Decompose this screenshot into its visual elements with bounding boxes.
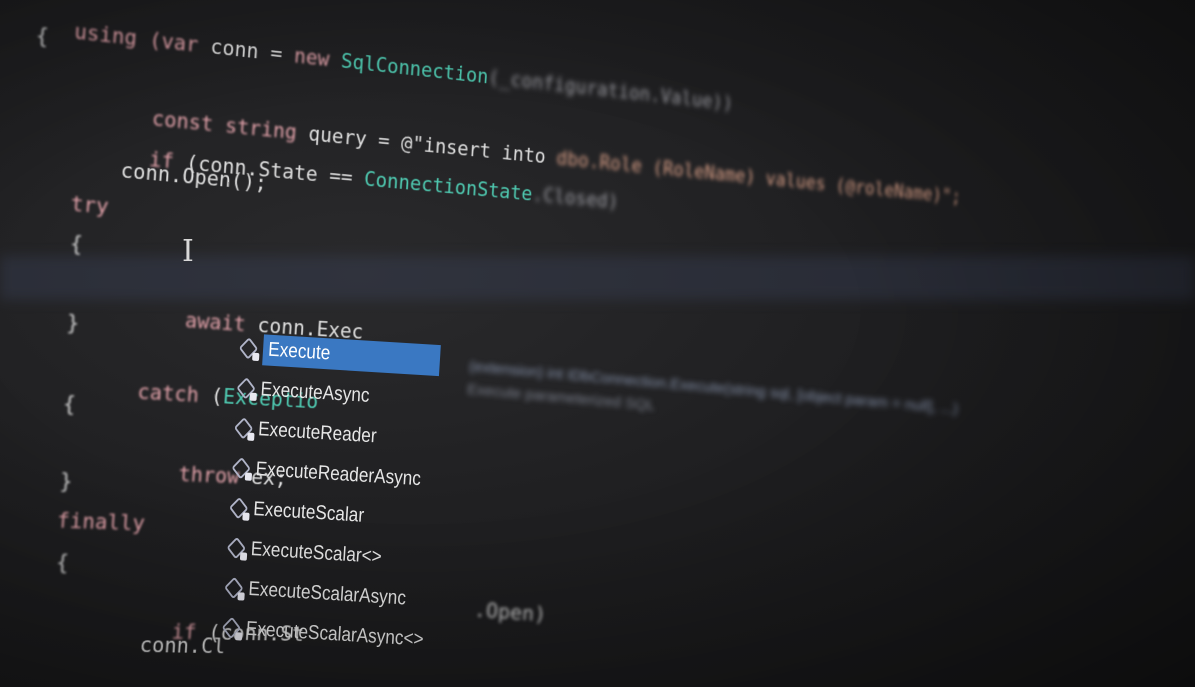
code-line-close[interactable]: conn.Cl bbox=[139, 633, 226, 660]
text-cursor-icon: I bbox=[182, 234, 194, 269]
autocomplete-item-label: ExecuteScalar bbox=[252, 497, 365, 527]
extension-method-icon bbox=[226, 536, 248, 561]
brace[interactable]: { bbox=[35, 23, 49, 50]
code-text: .Closed) bbox=[531, 183, 620, 214]
keyword: using (var bbox=[73, 19, 200, 58]
brace[interactable]: { bbox=[62, 392, 76, 418]
extension-method-icon bbox=[229, 496, 250, 521]
type-name: SqlConnection bbox=[328, 48, 490, 89]
brace[interactable]: { bbox=[69, 231, 83, 258]
code-fragment: .Open) bbox=[473, 597, 547, 627]
keyword-finally[interactable]: finally bbox=[56, 509, 145, 538]
extension-method-icon bbox=[238, 337, 260, 362]
keyword: await bbox=[184, 308, 247, 337]
autocomplete-item-label: Execute bbox=[262, 333, 442, 376]
keyword: throw bbox=[177, 462, 240, 490]
autocomplete-popup[interactable]: Execute ExecuteAsync ExecuteReader ExecuteR… bbox=[221, 328, 471, 661]
code-text: ( bbox=[197, 383, 224, 410]
extension-method-icon bbox=[233, 416, 255, 441]
autocomplete-item-label: ExecuteAsync bbox=[260, 377, 371, 407]
autocomplete-item-label: ExecuteReader bbox=[257, 417, 378, 447]
autocomplete-item-label: ExecuteScalarAsync bbox=[247, 577, 407, 609]
brace[interactable]: { bbox=[55, 550, 69, 576]
code-text: conn = bbox=[197, 33, 295, 68]
extension-method-icon bbox=[224, 576, 245, 601]
autocomplete-item-label: ExecuteReaderAsync bbox=[255, 457, 422, 490]
extension-method-icon bbox=[231, 456, 253, 481]
extension-method-icon bbox=[236, 377, 257, 402]
keyword-try[interactable]: try bbox=[70, 192, 109, 221]
autocomplete-item-label: ExecuteScalar<> bbox=[250, 537, 383, 568]
code-editor-screen: using (var conn = new SqlConnection(_con… bbox=[0, 0, 1195, 687]
keyword: new bbox=[293, 44, 330, 72]
code-text: (_configuration.Value)) bbox=[487, 65, 734, 116]
extension-method-icon bbox=[221, 616, 243, 641]
brace[interactable]: } bbox=[59, 469, 73, 495]
code-view[interactable]: using (var conn = new SqlConnection(_con… bbox=[0, 1, 1004, 687]
autocomplete-item-label: ExecuteScalarAsync<> bbox=[245, 617, 425, 651]
brace[interactable]: } bbox=[66, 311, 80, 337]
keyword: catch bbox=[136, 380, 200, 408]
type-name: ConnectionState bbox=[363, 167, 534, 207]
